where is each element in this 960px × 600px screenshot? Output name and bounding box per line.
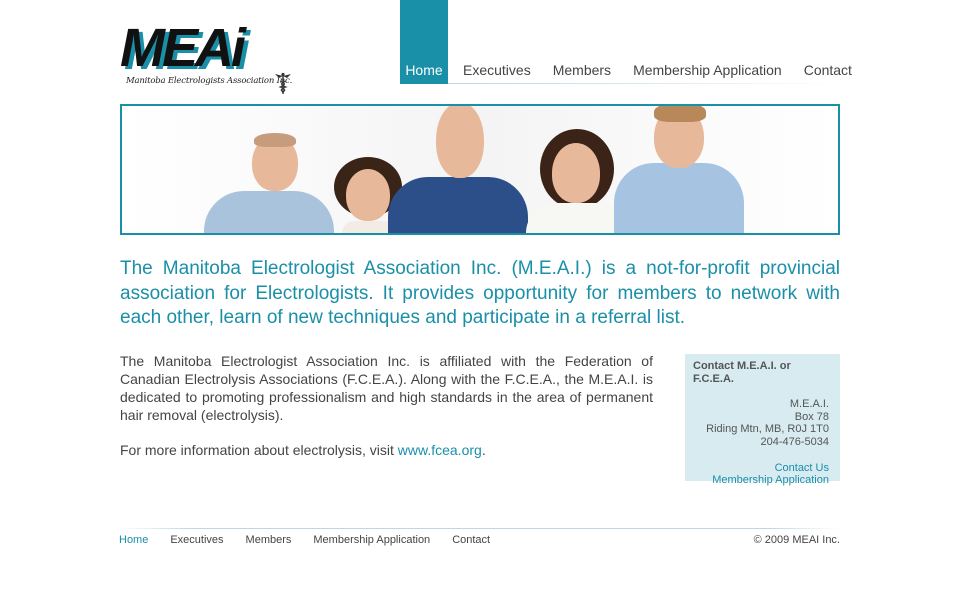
nav-membership-application[interactable]: Membership Application — [633, 62, 782, 84]
logo-wordmark: MEAi — [120, 18, 246, 78]
footer-nav-home[interactable]: Home — [119, 534, 148, 546]
more-info-line: For more information about electrolysis,… — [120, 442, 486, 458]
logo[interactable]: MEAi Manitoba Electrologists Association… — [120, 18, 295, 94]
photo-person-5 — [614, 106, 744, 233]
more-info-text: For more information about electrolysis,… — [120, 442, 398, 458]
intro-statement: The Manitoba Electrologist Association I… — [120, 258, 840, 328]
nav-executives[interactable]: Executives — [463, 62, 531, 84]
more-info-suffix: . — [481, 442, 486, 458]
footer-nav-contact[interactable]: Contact — [452, 534, 490, 546]
footer-nav: Home Executives Members Membership Appli… — [119, 534, 512, 546]
footer-divider — [120, 528, 840, 529]
phone-number: 204-476-5034 — [760, 435, 829, 448]
caduceus-icon — [275, 72, 291, 94]
logo-subtitle: Manitoba Electrologists Association Inc. — [126, 76, 293, 86]
photo-person-3 — [388, 106, 528, 233]
nav-divider — [448, 83, 840, 84]
address-line: Riding Mtn, MB, R0J 1T0 — [706, 423, 829, 436]
footer-nav-executives[interactable]: Executives — [170, 534, 223, 546]
address-line: Box 78 — [794, 410, 829, 423]
contact-us-link[interactable]: Contact Us — [693, 462, 829, 475]
nav-home[interactable]: Home — [400, 0, 448, 84]
contact-box: Contact M.E.A.I. or F.C.E.A. M.E.A.I. Bo… — [685, 354, 840, 486]
footer-nav-members[interactable]: Members — [246, 534, 292, 546]
hero-banner-photo — [120, 104, 840, 235]
address-line: M.E.A.I. — [789, 398, 829, 411]
nav-contact[interactable]: Contact — [804, 62, 852, 84]
main-nav: Home Executives Members Membership Appli… — [400, 0, 852, 84]
footer-nav-membership-application[interactable]: Membership Application — [313, 534, 430, 546]
affiliation-paragraph: The Manitoba Electrologist Association I… — [120, 353, 653, 423]
nav-members[interactable]: Members — [553, 62, 611, 84]
fcea-link[interactable]: www.fcea.org — [398, 442, 482, 458]
contact-address: M.E.A.I. Box 78 Riding Mtn, MB, R0J 1T0 … — [693, 398, 829, 448]
contact-box-title: Contact M.E.A.I. or F.C.E.A. — [693, 360, 791, 385]
membership-application-link[interactable]: Membership Application — [693, 474, 829, 487]
copyright: © 2009 MEAI Inc. — [753, 534, 840, 546]
photo-person-1 — [204, 123, 334, 233]
contact-links: Contact Us Membership Application — [693, 462, 829, 487]
